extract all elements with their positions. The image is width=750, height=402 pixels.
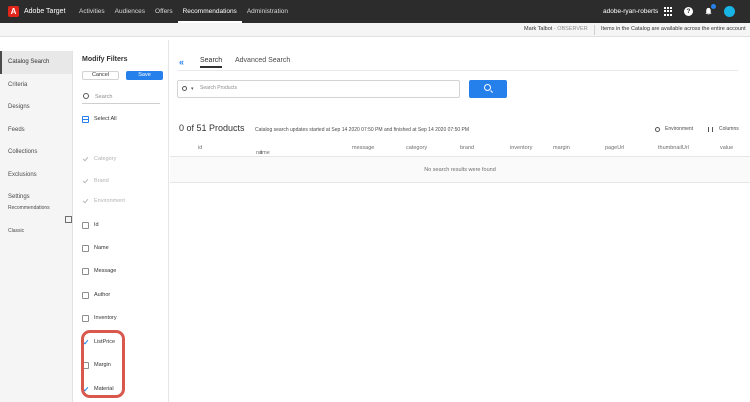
checkbox-icon [82, 291, 89, 299]
tab-divider [178, 70, 738, 71]
table-header: id name ⬆ message category brand invento… [170, 140, 750, 157]
select-all-checkbox[interactable]: Select All [82, 114, 117, 124]
app-name: Adobe Target [24, 8, 66, 15]
checkbox-icon [82, 267, 89, 275]
filter-item-name[interactable]: Name [82, 243, 109, 253]
main-nav: Activities Audiences Offers Recommendati… [74, 0, 293, 23]
sub-header: Mark Talbot - OBSERVER Items in the Cata… [0, 23, 750, 37]
filter-item-label: Environment [94, 198, 125, 204]
filter-panel-title: Modify Filters [82, 56, 128, 63]
checkbox-icon [82, 314, 89, 322]
notifications-bell-icon[interactable] [704, 4, 716, 16]
filter-search-input[interactable]: Search [82, 93, 160, 104]
environment-label: Environment [665, 126, 694, 132]
columns-label: Columns [719, 126, 739, 132]
filter-item-id[interactable]: Id [82, 220, 99, 230]
chevron-down-icon[interactable]: ▾ [191, 86, 194, 92]
columns-button[interactable]: Columns [708, 126, 739, 132]
environment-button[interactable]: Environment [655, 126, 693, 132]
filter-search-placeholder: Search [95, 94, 113, 100]
filter-item-author[interactable]: Author [82, 290, 110, 300]
main-content: « Search Advanced Search ▾ Search Produc… [170, 40, 750, 402]
checkmark-icon [82, 198, 89, 205]
column-header-margin[interactable]: margin [553, 145, 570, 151]
column-header-brand[interactable]: brand [460, 145, 474, 151]
checkbox-icon [82, 244, 89, 252]
user-info: Mark Talbot - OBSERVER [524, 26, 588, 32]
filter-item-brand: Brand [82, 176, 109, 186]
search-icon [182, 86, 187, 91]
column-header-value[interactable]: value [720, 145, 733, 151]
external-link-icon [65, 216, 72, 224]
save-button[interactable]: Save [126, 71, 163, 80]
empty-results-message: No search results were found [170, 157, 750, 183]
search-button[interactable] [469, 80, 507, 98]
left-nav-criteria[interactable]: Criteria [0, 74, 72, 97]
filter-item-inventory[interactable]: Inventory [82, 313, 117, 323]
filter-item-label: Category [94, 156, 117, 162]
left-nav-designs[interactable]: Designs [0, 96, 72, 119]
catalog-notice: Items in the Catalog are available acros… [601, 26, 746, 32]
left-nav: Catalog Search Criteria Designs Feeds Co… [0, 51, 73, 402]
collapse-panel-icon[interactable]: « [179, 57, 184, 67]
filter-item-label: Message [94, 268, 117, 274]
app-switcher-icon[interactable] [664, 7, 673, 16]
gear-icon [655, 126, 660, 132]
filter-item-label: Author [94, 292, 111, 298]
account-switcher[interactable]: adobe-ryan-roberts [603, 0, 658, 23]
left-nav-collections[interactable]: Collections [0, 141, 72, 164]
user-role: - OBSERVER [552, 26, 588, 32]
left-nav-exclusions[interactable]: Exclusions [0, 164, 72, 187]
adobe-logo-icon: A [8, 6, 19, 17]
filter-item-message[interactable]: Message [82, 266, 116, 276]
checkbox-indeterminate-icon [82, 115, 89, 123]
column-header-message[interactable]: message [352, 145, 374, 151]
divider [594, 25, 595, 35]
top-icons: ? [664, 4, 735, 17]
tab-search[interactable]: Search [200, 57, 223, 68]
nav-activities[interactable]: Activities [74, 0, 110, 23]
sort-ascending-icon: ⬆ [259, 150, 264, 156]
help-icon[interactable]: ? [684, 7, 693, 16]
column-header-thumbnailurl[interactable]: thumbnailUrl [658, 145, 689, 151]
tab-advanced-search[interactable]: Advanced Search [235, 57, 290, 64]
avatar[interactable] [724, 6, 735, 17]
product-search-placeholder: Search Products [200, 85, 237, 91]
filter-item-label: Brand [94, 178, 109, 184]
left-nav-catalog-search[interactable]: Catalog Search [0, 51, 72, 74]
nav-recommendations[interactable]: Recommendations [177, 0, 242, 23]
product-search-input[interactable]: ▾ Search Products [177, 80, 460, 98]
column-header-id[interactable]: id [198, 145, 202, 151]
cancel-button[interactable]: Cancel [82, 71, 119, 80]
top-bar: A Adobe Target Activities Audiences Offe… [0, 0, 750, 23]
filter-item-label: Name [94, 245, 109, 251]
filter-item-environment: Environment [82, 196, 125, 206]
nav-administration[interactable]: Administration [242, 0, 293, 23]
left-nav-feeds[interactable]: Feeds [0, 119, 72, 142]
column-header-category[interactable]: category [406, 145, 427, 151]
filter-item-category: Category [82, 154, 116, 164]
notification-badge [711, 4, 716, 9]
classic-label: Recommendations Classic [8, 205, 50, 234]
columns-icon [708, 126, 713, 132]
checkmark-icon [82, 156, 89, 163]
filter-item-label: Inventory [94, 315, 117, 321]
user-name: Mark Talbot [524, 26, 553, 32]
checkbox-icon [82, 221, 89, 229]
column-header-pageurl[interactable]: pageUrl [605, 145, 624, 151]
search-icon [83, 93, 89, 99]
highlight-annotation [81, 330, 125, 398]
nav-audiences[interactable]: Audiences [110, 0, 150, 23]
column-header-inventory[interactable]: inventory [510, 145, 532, 151]
checkmark-icon [82, 178, 89, 185]
select-all-label: Select All [94, 116, 117, 122]
brand[interactable]: A Adobe Target [8, 6, 66, 17]
left-nav-recommendations-classic[interactable]: Recommendations Classic [0, 205, 72, 234]
result-count: 0 of 51 Products [179, 123, 245, 133]
nav-offers[interactable]: Offers [150, 0, 178, 23]
catalog-sync-status: Catalog search updates started at Sep 14… [255, 127, 470, 133]
filter-item-label: Id [94, 222, 99, 228]
